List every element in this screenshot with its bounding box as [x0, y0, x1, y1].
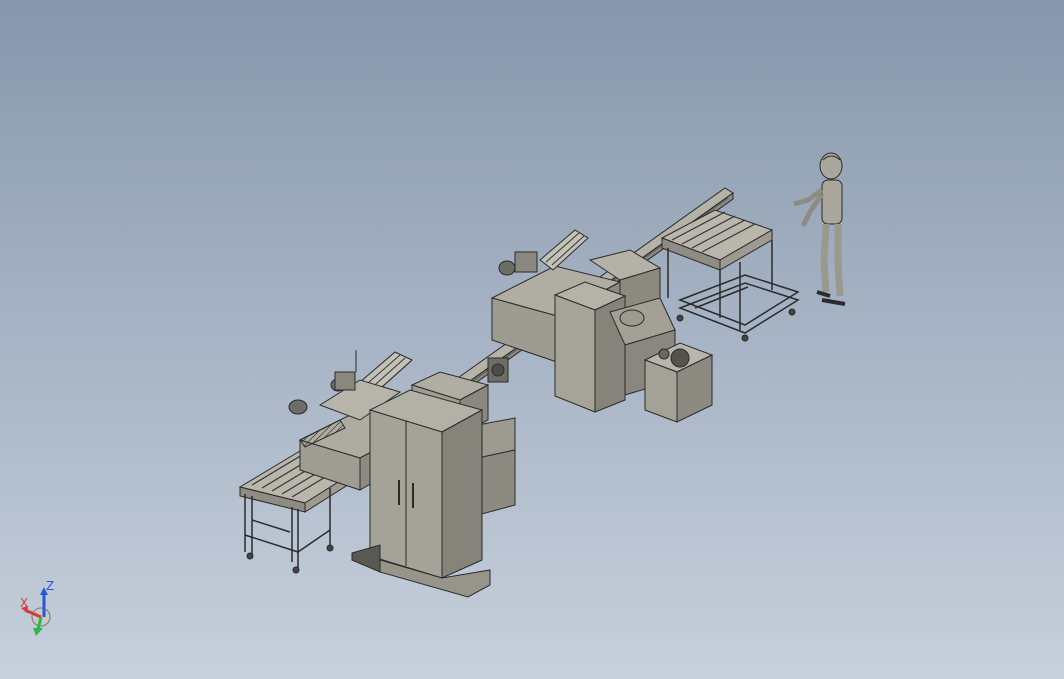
- coolant-tank[interactable]: [643, 342, 714, 423]
- electrical-cabinet[interactable]: [351, 389, 491, 598]
- coordinate-triad: X Z: [20, 580, 54, 636]
- cad-viewport[interactable]: X Z: [0, 0, 1064, 679]
- human-figure[interactable]: [793, 152, 846, 306]
- x-axis-label: X: [20, 596, 28, 610]
- right-roller-conveyor[interactable]: [660, 209, 800, 342]
- z-axis-label: Z: [46, 580, 54, 593]
- assembly-model[interactable]: [0, 0, 1064, 679]
